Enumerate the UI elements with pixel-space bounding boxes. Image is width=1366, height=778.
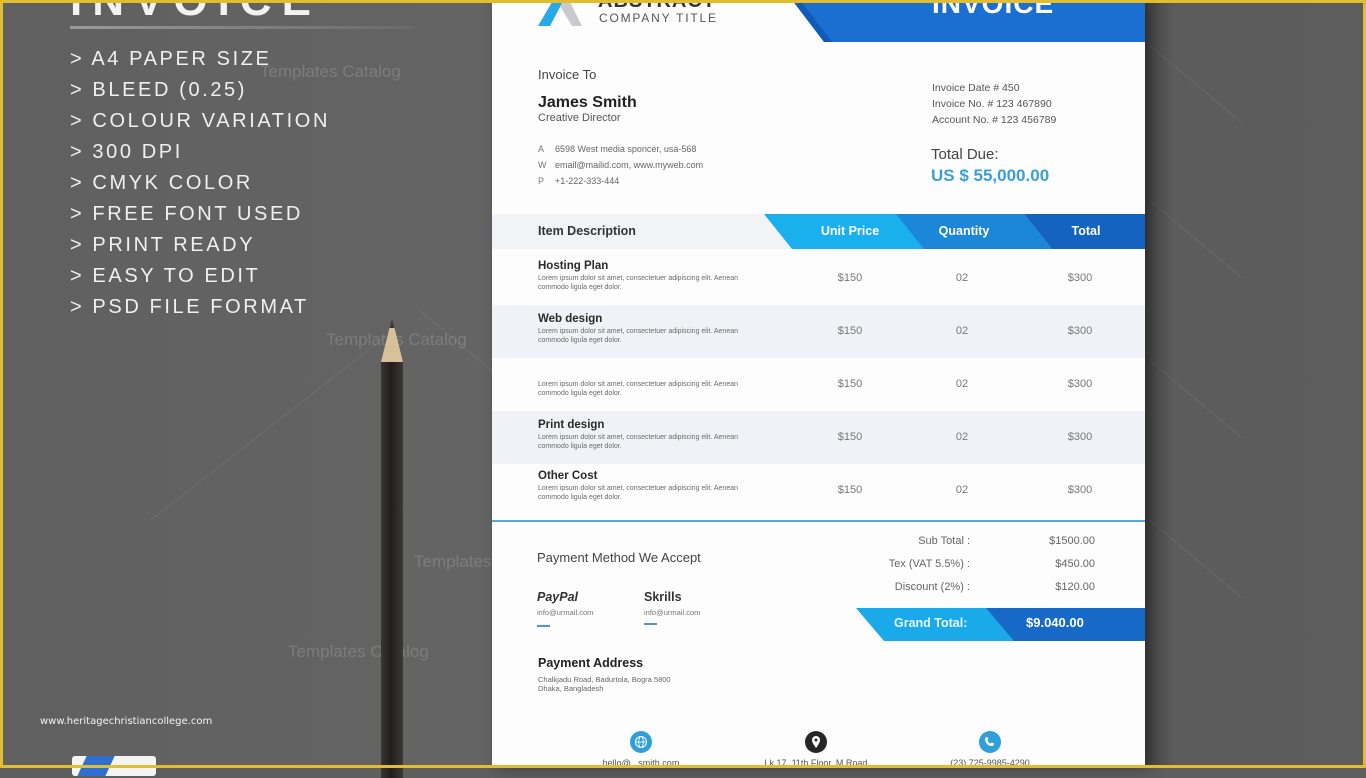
company-subtitle: COMPANY TITLE	[599, 11, 718, 25]
client-address: A 6598 West media sponcer, usa-568	[538, 144, 696, 154]
header-item-description: Item Description	[538, 224, 636, 238]
dash-divider	[537, 625, 550, 627]
row-title: Hosting Plan	[538, 260, 609, 272]
payment-method-skrills: Skrills	[644, 590, 682, 604]
row-unit-price: $150	[837, 325, 863, 337]
tax-value: $450.00	[1055, 558, 1095, 570]
address-line: Chalkjadu Road, Badurtola, Bogra 5800	[538, 675, 671, 684]
invoice-date: Invoice Date # 450	[932, 82, 1020, 94]
feature-item: > PSD FILE FORMAT	[70, 296, 309, 318]
footer-phone: (23) 725-9985-4290	[950, 758, 1030, 768]
grand-total-value: $9.040.00	[1026, 615, 1084, 630]
table-row: Lorem ipsum dolor sit amet, consectetuer…	[492, 358, 1145, 411]
promo-divider	[70, 26, 415, 29]
client-web: Wemail@mailid.com, www.myweb.com	[538, 160, 703, 170]
row-unit-price: $150	[837, 484, 863, 496]
row-description: Lorem ipsum dolor sit amet, consectetuer…	[538, 275, 738, 291]
watermark: Templates Catalog	[260, 62, 401, 81]
row-unit-price: $150	[837, 378, 863, 390]
footer-email: hello@...smith.com	[602, 758, 680, 768]
location-pin-icon	[805, 731, 827, 753]
company-logo-icon	[538, 0, 582, 26]
table-row: Print design Lorem ipsum dolor sit amet,…	[492, 411, 1145, 464]
row-description: Lorem ipsum dolor sit amet, consectetuer…	[538, 381, 738, 397]
pencil-image	[381, 318, 403, 778]
payment-email: info@urmail.com	[644, 608, 701, 617]
row-unit-price: $150	[837, 272, 863, 284]
row-total: $300	[1067, 378, 1093, 390]
row-quantity: 02	[955, 378, 969, 390]
feature-item: > COLOUR VARIATION	[70, 110, 330, 132]
account-number: Account No. # 123 456789	[932, 114, 1057, 126]
row-quantity: 02	[955, 431, 969, 443]
feature-item: > PRINT READY	[70, 234, 256, 256]
total-due-label: Total Due:	[931, 146, 999, 163]
footer-address: Lk 17, 11th Floor, M Road	[764, 758, 868, 768]
table-row: Hosting Plan Lorem ipsum dolor sit amet,…	[492, 252, 1145, 305]
row-title: Print design	[538, 419, 605, 431]
subtotal-label: Sub Total :	[918, 535, 970, 547]
invoice-to-label: Invoice To	[538, 67, 597, 82]
discount-label: Discount (2%) :	[894, 581, 970, 593]
row-total: $300	[1067, 431, 1093, 443]
client-phone: P +1-222-333-444	[538, 176, 619, 186]
globe-icon	[630, 731, 652, 753]
row-description: Lorem ipsum dolor sit amet, consectetuer…	[538, 485, 738, 501]
feature-item: > EASY TO EDIT	[70, 265, 261, 287]
client-name: James Smith	[538, 94, 637, 111]
row-total: $300	[1067, 272, 1093, 284]
row-title: Web design	[538, 313, 603, 325]
payment-method-paypal: PayPal	[537, 590, 579, 604]
payment-email: info@urmail.com	[537, 608, 594, 617]
row-quantity: 02	[955, 272, 969, 284]
section-divider	[492, 520, 1145, 522]
row-total: $300	[1067, 325, 1093, 337]
header-quantity: Quantity	[938, 224, 990, 238]
watermark: Templates Catalog	[288, 642, 429, 661]
invoice-heading: INVOICE	[932, 0, 1055, 19]
header-total: Total	[1071, 224, 1101, 238]
phone-icon	[979, 731, 1001, 753]
feature-list: > A4 PAPER SIZE > BLEED (0.25) > COLOUR …	[70, 44, 330, 323]
contact-value: 6598 West media sponcer, usa-568	[555, 144, 697, 154]
feature-item: > 300 DPI	[70, 141, 183, 163]
tax-label: Tex (VAT 5.5%) :	[888, 558, 970, 570]
table-row: Other Cost Lorem ipsum dolor sit amet, c…	[492, 464, 1145, 517]
row-title: Other Cost	[538, 470, 598, 482]
dash-divider	[644, 623, 657, 625]
row-total: $300	[1067, 484, 1093, 496]
client-role: Creative Director	[538, 112, 621, 124]
contact-key: W	[538, 160, 547, 170]
row-description: Lorem ipsum dolor sit amet, consectetuer…	[538, 434, 738, 450]
address-line: Dhaka, Bangladesh	[538, 684, 604, 693]
subtotal-value: $1500.00	[1049, 535, 1095, 547]
contact-key: P	[538, 176, 545, 186]
site-url[interactable]: www.heritagechristiancollege.com	[40, 716, 212, 727]
feature-item: > CMYK COLOR	[70, 172, 253, 194]
promo-title: INVOICE	[70, 0, 321, 25]
contact-value: email@mailid.com, www.myweb.com	[555, 160, 704, 170]
table-row: Web design Lorem ipsum dolor sit amet, c…	[492, 305, 1145, 358]
invoice-document: ABSTRACT COMPANY TITLE INVOICE Invoice T…	[492, 0, 1145, 768]
payment-address-title: Payment Address	[538, 656, 644, 670]
contact-key: A	[538, 144, 545, 154]
contact-value: +1-222-333-444	[555, 176, 620, 186]
row-quantity: 02	[955, 484, 969, 496]
grand-total-label: Grand Total:	[894, 616, 968, 630]
feature-item: > FREE FONT USED	[70, 203, 303, 225]
invoice-number: Invoice No. # 123 467890	[932, 98, 1052, 110]
discount-value: $120.00	[1055, 581, 1095, 593]
header-unit-price: Unit Price	[820, 224, 880, 238]
total-due-value: US $ 55,000.00	[931, 166, 1050, 185]
paper-shadow	[1145, 0, 1175, 768]
payment-methods-title: Payment Method We Accept	[537, 550, 701, 565]
row-quantity: 02	[955, 325, 969, 337]
row-description: Lorem ipsum dolor sit amet, consectetuer…	[538, 328, 738, 344]
badge	[72, 756, 156, 776]
row-unit-price: $150	[837, 431, 863, 443]
